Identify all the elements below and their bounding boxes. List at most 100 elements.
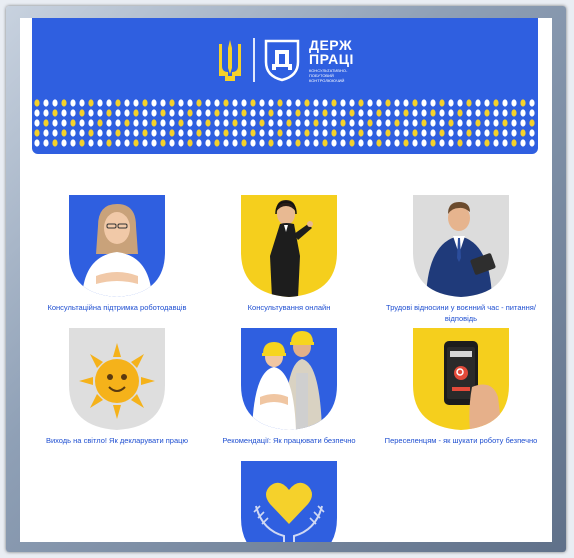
pattern-dot [448, 99, 454, 107]
tile-caption[interactable]: Консультування онлайн [204, 302, 374, 313]
pattern-dot [322, 129, 328, 137]
heart-in-hands-icon [241, 461, 337, 542]
pattern-dot [151, 129, 157, 137]
pattern-dot [232, 99, 238, 107]
tile-declare-work[interactable]: Виходь на світло! Як декларувати працю [32, 327, 202, 446]
tile-caption[interactable]: Виходь на світло! Як декларувати працю [32, 435, 202, 446]
pattern-dot [304, 129, 310, 137]
pattern-dot [439, 99, 445, 107]
pattern-dot [520, 139, 526, 147]
businesswoman-photo [69, 195, 165, 297]
pattern-dot [484, 139, 490, 147]
pattern-dot [340, 139, 346, 147]
pattern-dot [178, 129, 184, 137]
pattern-dot [223, 119, 229, 127]
pattern-dot [187, 139, 193, 147]
pattern-dot [169, 99, 175, 107]
pattern-dot [133, 129, 139, 137]
header-banner: ДЕРЖ ПРАЦІ КОНСУЛЬТАТИВНО-ПОБУТОВИЙ КОНТ… [32, 18, 538, 154]
pattern-dot [250, 99, 256, 107]
pattern-dot [430, 129, 436, 137]
pattern-dot [52, 99, 58, 107]
pattern-dot [232, 139, 238, 147]
pattern-dot [214, 109, 220, 117]
tile-wartime-labor[interactable]: Трудові відносини у воєнний час - питанн… [376, 194, 546, 324]
pattern-dot [430, 119, 436, 127]
tile-online-consulting[interactable]: Консультування онлайн [204, 194, 374, 313]
pattern-dot [466, 139, 472, 147]
pattern-dot [493, 119, 499, 127]
pattern-dot [367, 99, 373, 107]
pattern-dot [304, 119, 310, 127]
pattern-dot [88, 139, 94, 147]
pattern-dot [403, 109, 409, 117]
pattern-dot [367, 109, 373, 117]
pattern-dot [160, 129, 166, 137]
pattern-dot [448, 139, 454, 147]
pattern-dot [115, 99, 121, 107]
tile-work-safely[interactable]: Рекомендації: Як працювати безпечно [204, 327, 374, 446]
pattern-dot [232, 119, 238, 127]
pattern-dot [403, 99, 409, 107]
pattern-dot [529, 129, 535, 137]
pattern-dot [115, 139, 121, 147]
pattern-dot [115, 109, 121, 117]
logo[interactable]: ДЕРЖ ПРАЦІ КОНСУЛЬТАТИВНО-ПОБУТОВИЙ КОНТ… [32, 32, 538, 88]
pattern-dot [502, 139, 508, 147]
tile-caption[interactable]: Трудові відносини у воєнний час - питанн… [376, 302, 546, 324]
pattern-dot [223, 139, 229, 147]
pattern-dot [412, 139, 418, 147]
brand-tagline: КОНСУЛЬТАТИВНО-ПОБУТОВИЙ КОНТРОЛЮЮЧИЙ [309, 67, 348, 83]
pattern-dot [493, 129, 499, 137]
tile-caption[interactable]: Переселенцям - як шукати роботу безпечно [376, 435, 546, 446]
pattern-dot [187, 129, 193, 137]
pattern-dot [295, 139, 301, 147]
pattern-dot [412, 99, 418, 107]
pattern-dot [268, 109, 274, 117]
pattern-dot [277, 119, 283, 127]
pattern-dot [439, 119, 445, 127]
pattern-dot [340, 129, 346, 137]
pattern-dot [178, 99, 184, 107]
tile-employer-support[interactable]: Консультаційна підтримка роботодавців [32, 194, 202, 313]
pattern-dot [295, 109, 301, 117]
pattern-dot [43, 99, 49, 107]
tile-heart-in-hands[interactable] [204, 460, 374, 542]
pattern-dot [223, 129, 229, 137]
pattern-dot [457, 99, 463, 107]
logo-divider [253, 38, 255, 82]
pattern-dot [115, 119, 121, 127]
pattern-dot [214, 139, 220, 147]
pattern-dot [322, 99, 328, 107]
pattern-dot [223, 99, 229, 107]
tile-caption[interactable]: Рекомендації: Як працювати безпечно [204, 435, 374, 446]
pattern-dot [349, 109, 355, 117]
pattern-dot [97, 129, 103, 137]
pattern-dot [250, 129, 256, 137]
pattern-dot [412, 129, 418, 137]
pattern-dot [376, 139, 382, 147]
workers-in-helmets-photo [241, 328, 337, 430]
tile-displaced-job-search[interactable]: Переселенцям - як шукати роботу безпечно [376, 327, 546, 446]
pattern-dot [79, 99, 85, 107]
pattern-dot [412, 119, 418, 127]
pattern-dot [124, 139, 130, 147]
pattern-dot [511, 129, 517, 137]
pattern-dot [475, 109, 481, 117]
pattern-dot [232, 129, 238, 137]
pattern-dot [430, 99, 436, 107]
pattern-dot [340, 109, 346, 117]
pattern-dot [511, 109, 517, 117]
pattern-dot [520, 109, 526, 117]
dot-pattern [34, 99, 535, 147]
pattern-dot [466, 109, 472, 117]
pattern-dot [61, 119, 67, 127]
pattern-dot [106, 109, 112, 117]
pattern-dot [358, 109, 364, 117]
tile-caption[interactable]: Консультаційна підтримка роботодавців [32, 302, 202, 313]
call-center-operator-photo [241, 195, 337, 297]
pattern-dot [502, 119, 508, 127]
pattern-dot [241, 109, 247, 117]
pattern-dot [529, 109, 535, 117]
pattern-dot [322, 139, 328, 147]
